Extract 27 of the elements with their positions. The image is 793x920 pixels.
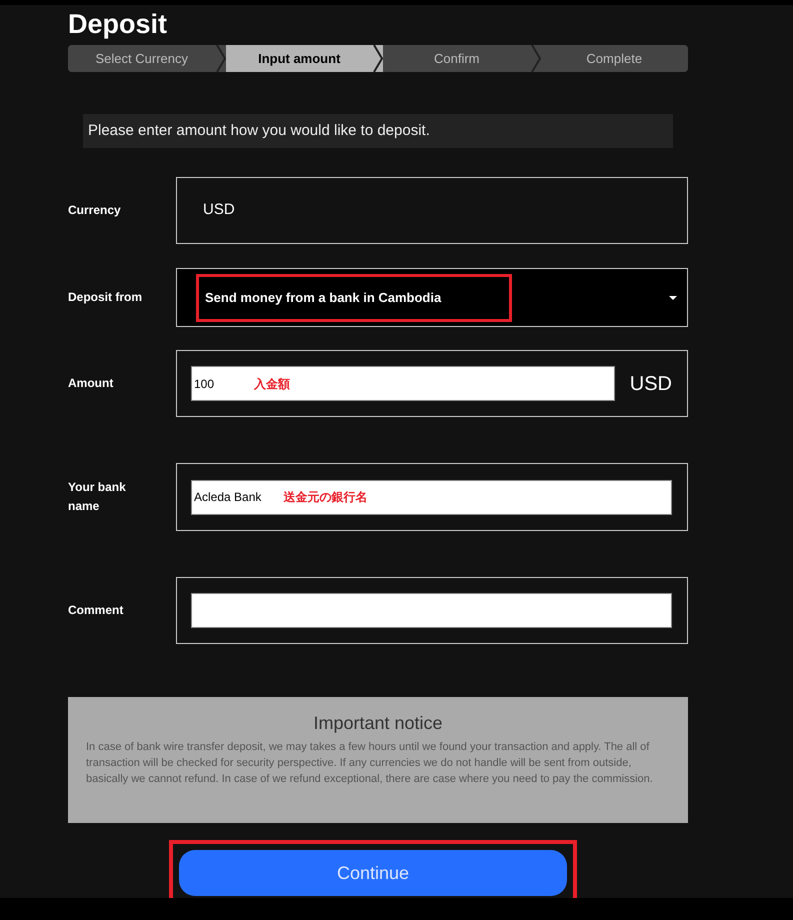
input-value: Acleda Bank (194, 489, 262, 506)
chevron-icon (216, 45, 226, 72)
step-tab[interactable]: Input amount (226, 45, 373, 72)
step-tab[interactable]: Complete (540, 45, 688, 72)
page-title: Deposit (68, 8, 168, 41)
dropdown-caret-icon[interactable] (669, 296, 677, 300)
unit-label: USD (630, 372, 672, 396)
chevron-icon (530, 45, 540, 72)
continue-button[interactable]: Continue (179, 850, 567, 896)
selected-value: Send money from a bank in Cambodia (205, 288, 442, 307)
input-value: 100 (194, 376, 214, 392)
field-label: Deposit from (68, 289, 144, 306)
field-label: Currency (68, 202, 122, 219)
annotation-text: 入金額 (254, 376, 290, 392)
notice-text: In case of bank wire transfer deposit, we may takes a few hours until we found your transaction and apply. The all of transaction will be checked for security perspective. If any currencies we do not handle will be sent from outside, basically we cannot refund. In case of we refund exceptional, there are case where you need to pay the commission. (86, 740, 654, 787)
instruction-text: Please enter amount how you would like to deposit. (83, 114, 673, 148)
field-label: Comment (68, 602, 124, 619)
text-input-field[interactable] (191, 593, 672, 628)
notice-title: Important notice (312, 712, 444, 735)
annotation-text: 送金元の銀行名 (283, 489, 368, 506)
deposit-source-dropdown[interactable]: Send money from a bank in Cambodia (176, 268, 688, 327)
field-label: Amount (68, 375, 114, 392)
field-label: Your bank name (68, 479, 127, 515)
text-input-field[interactable]: Acleda Bank 送金元の銀行名 (191, 480, 672, 514)
text-input-field[interactable]: 100 入金額 (191, 366, 615, 401)
chevron-icon (373, 45, 383, 72)
currency-value: USD (203, 200, 235, 220)
